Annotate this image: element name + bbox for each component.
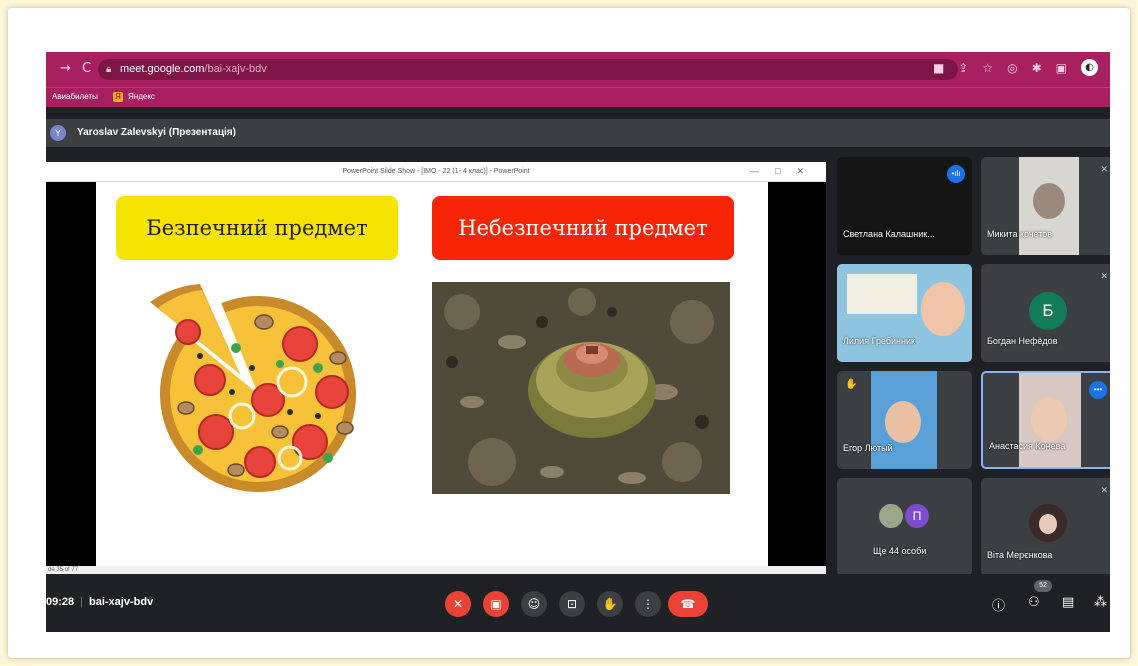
mic-off-icon: ✕ [1100, 165, 1108, 175]
mic-off-button[interactable]: ✕ [445, 591, 471, 617]
leave-call-button[interactable]: ☎ [668, 591, 708, 617]
participant-name: Егор Лютый [843, 443, 893, 453]
participant-tile[interactable]: ✕ Микита кочетов [981, 157, 1110, 255]
more-participants-label: Ще 44 особи [873, 546, 927, 556]
more-options-button[interactable]: ⋮ [635, 591, 661, 617]
participant-avatar [879, 504, 903, 528]
raise-hand-button[interactable]: ✋ [597, 591, 623, 617]
participant-video [837, 264, 972, 362]
mic-off-icon: ✕ [1100, 272, 1108, 282]
participant-avatar: П [905, 504, 929, 528]
mic-off-icon: ✕ [1100, 486, 1108, 496]
participant-name: Светлана Калашник... [843, 229, 935, 239]
participant-tile[interactable]: Б ✕ Богдан Нефёдов [981, 264, 1110, 362]
powerpoint-title: PowerPoint Slide Show - [IMO - 22 (1- 4 … [342, 168, 530, 175]
pizza-image [150, 284, 356, 492]
info-icon[interactable]: ⓘ [992, 595, 1005, 614]
safe-object-label: Безпечний предмет [116, 196, 398, 260]
powerpoint-slideshow: Безпечний предмет Небезпечний предмет [46, 182, 826, 566]
participant-tile[interactable]: ✕ Віта Мерєнкова [981, 478, 1110, 576]
landmine-image [432, 282, 730, 494]
yandex-icon: Я [113, 92, 123, 102]
profile-icon[interactable]: ◐ [1081, 59, 1098, 76]
puzzle-icon[interactable]: ✱ [1032, 61, 1042, 76]
more-options-icon[interactable]: ••• [1089, 381, 1107, 399]
present-button[interactable]: ⊡ [559, 591, 585, 617]
meet-control-bar: 09:28 | bai-xajv-bdv ✕ ▣ ☺ ⊡ ✋ ⋮ ☎ ⓘ 52 ⚇ … [46, 574, 1110, 632]
participant-name: Богдан Нефёдов [987, 336, 1058, 346]
people-icon[interactable]: ⚇ [1028, 595, 1040, 610]
url-host: meet.google.com [120, 63, 205, 75]
participant-name: Віта Мерєнкова [987, 550, 1053, 560]
participant-tile[interactable]: •ılı Светлана Калашник... [837, 157, 972, 255]
more-participants-tile[interactable]: П Ще 44 особи [837, 478, 972, 576]
participant-tile[interactable]: ✋ Егор Лютый [837, 371, 972, 469]
emoji-button[interactable]: ☺ [521, 591, 547, 617]
camera-off-button[interactable]: ▣ [483, 591, 509, 617]
participant-tile-selected[interactable]: ••• Анастасия Конева [981, 371, 1110, 469]
participant-avatar [1029, 504, 1067, 542]
participant-video [871, 371, 937, 469]
back-button[interactable]: → [60, 61, 71, 76]
presenter-name: Yaroslav Zalevskyi (Презентація) [77, 127, 236, 138]
reload-button[interactable]: C [82, 61, 91, 76]
browser-toolbar: → C 🔒︎ meet.google.com/bai-xajv-bdv ■ ⇪ … [46, 52, 1110, 87]
browser-icons: ■ ⇪ ☆ ◎ ✱ ▣ ◐ [933, 59, 1098, 76]
slide-counter: de 35 of 77 [48, 567, 79, 573]
meeting-details: 09:28 | bai-xajv-bdv [46, 596, 154, 608]
url-path: /bai-xajv-bdv [204, 63, 267, 75]
dangerous-object-label: Небезпечний предмет [432, 196, 734, 260]
presenter-avatar: Y [50, 125, 66, 141]
participant-name: Микита кочетов [987, 229, 1053, 239]
powerpoint-statusbar: de 35 of 77 [46, 566, 826, 574]
participant-tile[interactable]: Лилия Гребинник [837, 264, 972, 362]
participant-count: 52 [1034, 580, 1052, 592]
participant-name: Анастасия Конева [989, 441, 1066, 451]
screen: → C 🔒︎ meet.google.com/bai-xajv-bdv ■ ⇪ … [46, 52, 1110, 632]
window-controls[interactable]: —□✕ [750, 162, 820, 181]
lock-icon: 🔒︎ [106, 64, 112, 75]
meeting-time: 09:28 [46, 596, 75, 608]
sidepanel-icon[interactable]: ▣ [1056, 61, 1067, 76]
participant-name: Лилия Гребинник [843, 336, 915, 346]
slide: Безпечний предмет Небезпечний предмет [96, 182, 768, 566]
powerpoint-titlebar: PowerPoint Slide Show - [IMO - 22 (1- 4 … [46, 162, 826, 182]
activities-icon[interactable]: ⁂ [1094, 595, 1107, 610]
star-icon[interactable]: ☆ [982, 61, 993, 76]
bookmark-yandex[interactable]: Яндекс [128, 92, 155, 101]
chat-icon[interactable]: ▤ [1062, 595, 1074, 610]
share-icon[interactable]: ⇪ [958, 61, 968, 76]
address-bar[interactable]: 🔒︎ meet.google.com/bai-xajv-bdv [98, 59, 958, 80]
raised-hand-icon: ✋ [845, 379, 858, 390]
participant-video [1019, 373, 1081, 467]
bookmark-aviabilety[interactable]: Авиабилеты [52, 92, 98, 101]
speaking-icon: •ılı [947, 165, 965, 183]
cast-icon[interactable]: ■ [933, 61, 944, 76]
bookmarks-bar: Авиабилеты Я Яндекс [46, 87, 1110, 107]
presenter-bar: Y Yaroslav Zalevskyi (Презентація) [46, 119, 1110, 147]
extension-icon[interactable]: ◎ [1007, 61, 1017, 76]
participant-avatar: Б [1029, 292, 1067, 330]
participant-video [1019, 157, 1079, 255]
meeting-code: bai-xajv-bdv [89, 596, 154, 608]
